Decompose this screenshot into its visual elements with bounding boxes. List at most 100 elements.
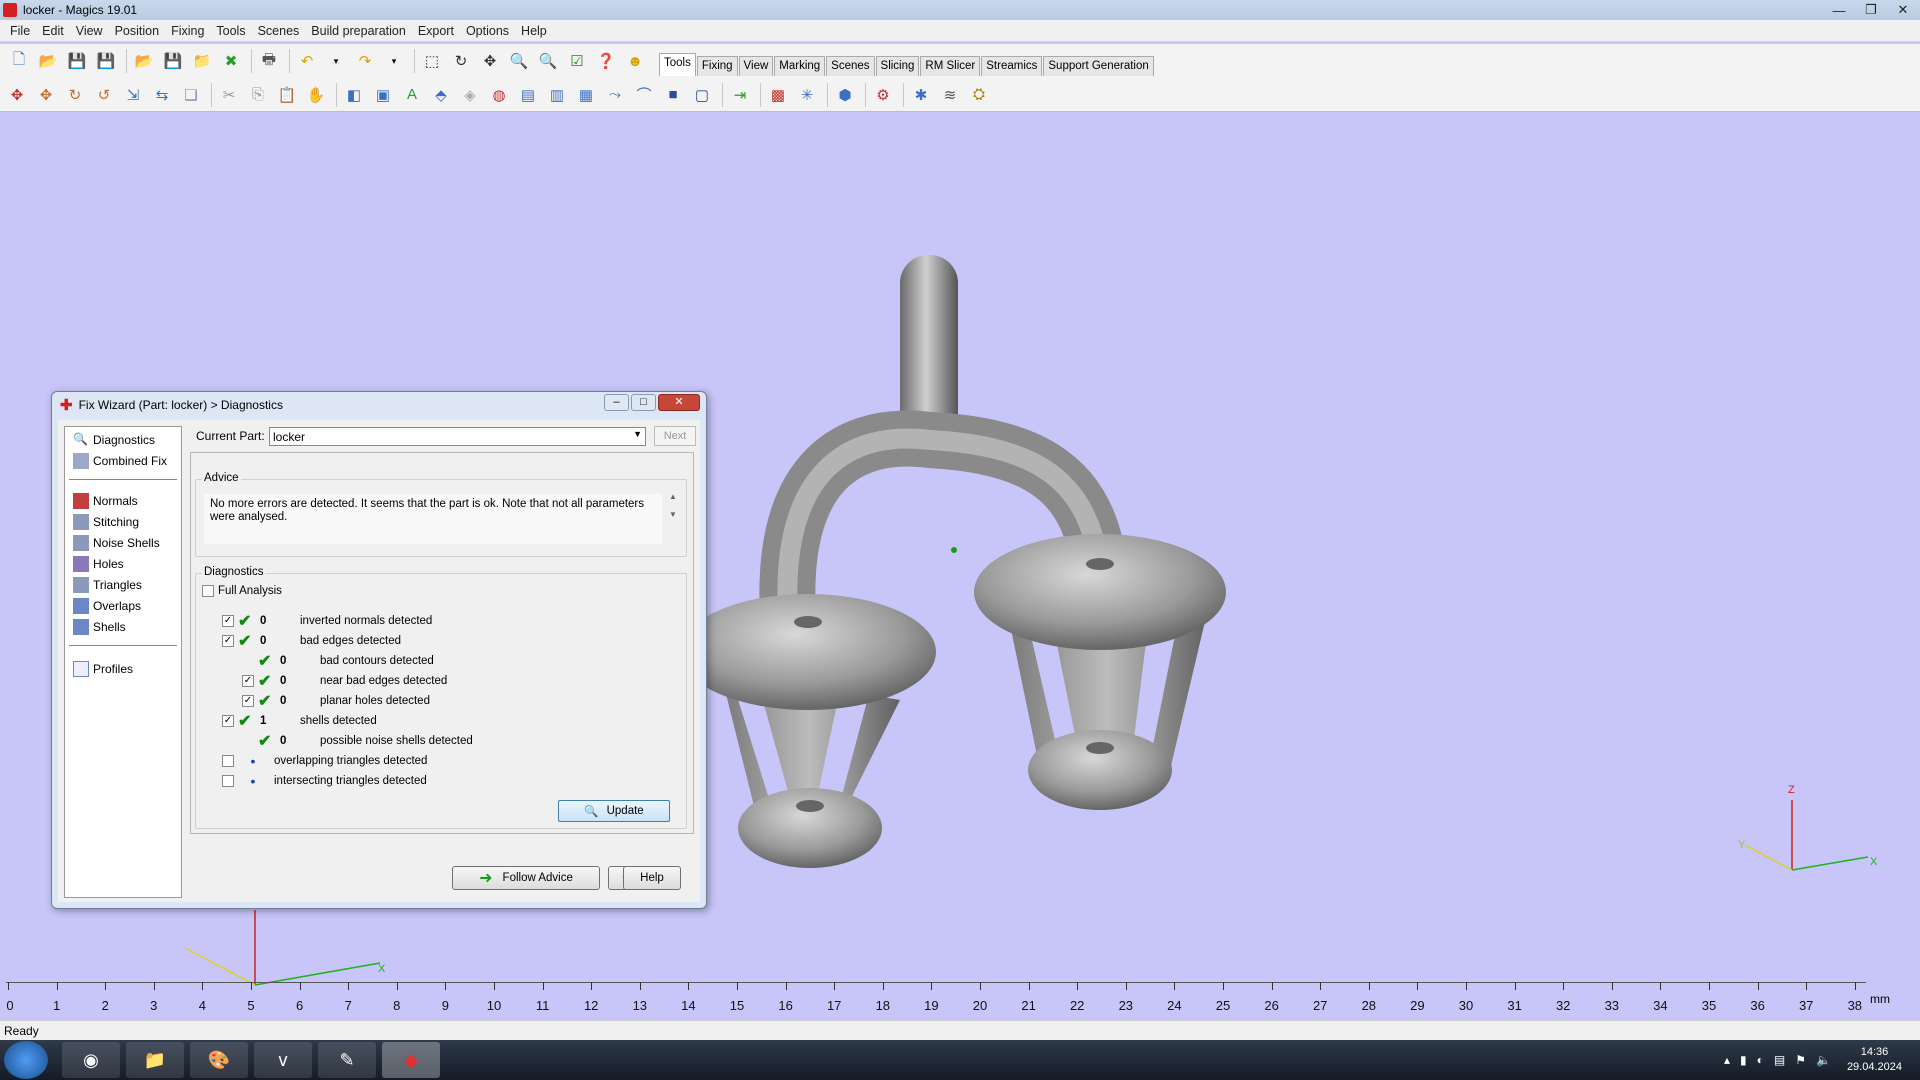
box-icon[interactable]: ■ [660,82,686,108]
advice-scrollbar[interactable]: ▲ ▼ [666,492,680,544]
flag-icon[interactable]: ⚑ [1795,1053,1806,1067]
analysis-icon[interactable]: ✳ [794,82,820,108]
menu-export[interactable]: Export [412,24,460,38]
extrude-icon[interactable]: ▤ [515,82,541,108]
redo-dropdown-icon[interactable]: ▾ [381,48,407,74]
explorer-taskbar-icon[interactable]: 📁 [126,1042,184,1078]
menu-edit[interactable]: Edit [36,24,70,38]
rotate-icon[interactable]: ↻ [448,48,474,74]
menu-position[interactable]: Position [109,24,165,38]
hollow-icon[interactable]: ▣ [370,82,396,108]
rotate-interactive-icon[interactable]: ↺ [91,82,117,108]
skype-icon[interactable]: ◐ [1757,1053,1764,1067]
help-icon[interactable]: ❓ [593,48,619,74]
whats-this-icon[interactable]: ☻ [622,48,648,74]
tool-taskbar-icon[interactable]: ✎ [318,1042,376,1078]
close-button[interactable]: ✕ [1892,2,1914,18]
redo-icon[interactable]: ↷ [352,48,378,74]
copy-icon[interactable]: ⎘ [245,82,271,108]
unload-part-icon[interactable]: ✖ [218,48,244,74]
tab-slicing[interactable]: Slicing [875,56,920,76]
dialog-maximize-button[interactable]: □ [631,394,656,411]
nav-noise-shells[interactable]: Noise Shells [73,534,160,552]
vs-taskbar-icon[interactable]: v [254,1042,312,1078]
save-as-icon[interactable]: 💾 [93,48,119,74]
network-icon[interactable]: ▮ [1740,1053,1747,1067]
near-bad-edges-checkbox[interactable]: ✓ [242,675,254,687]
tab-view[interactable]: View [738,56,774,76]
boolean-icon[interactable]: ◧ [341,82,367,108]
tab-marking[interactable]: Marking [774,56,826,76]
save-part-icon[interactable]: 💾 [160,48,186,74]
arrange-icon[interactable]: ⇥ [727,82,753,108]
measure-icon[interactable]: ▩ [765,82,791,108]
clock[interactable]: 14:36 29.04.2024 [1847,1045,1902,1075]
full-analysis-row[interactable]: Full Analysis [202,582,282,600]
nav-triangles[interactable]: Triangles [73,576,142,594]
nav-holes[interactable]: Holes [73,555,124,573]
language-icon[interactable]: ▤ [1774,1053,1785,1067]
scale-icon[interactable]: ⇲ [120,82,146,108]
follow-advice-button[interactable]: ➜ Follow Advice [452,866,600,890]
shell-icon[interactable]: ▥ [544,82,570,108]
new-file-icon[interactable]: 🗋 [6,48,32,74]
rotate-part-icon[interactable]: ↻ [62,82,88,108]
select-cursor-icon[interactable]: ⬚ [419,48,445,74]
save-icon[interactable]: 💾 [64,48,90,74]
support-icon[interactable]: ✱ [908,82,934,108]
tab-support-generation[interactable]: Support Generation [1043,56,1154,76]
maximize-button[interactable]: ❐ [1860,2,1882,18]
frame-icon[interactable]: ▢ [689,82,715,108]
surface-icon[interactable]: ⌒ [631,82,657,108]
tab-scenes[interactable]: Scenes [826,56,875,76]
menu-file[interactable]: File [4,24,36,38]
undo-dropdown-icon[interactable]: ▾ [323,48,349,74]
menu-help[interactable]: Help [515,24,553,38]
undo-icon[interactable]: ↶ [294,48,320,74]
tab-streamics[interactable]: Streamics [981,56,1043,76]
zoom-window-icon[interactable]: 🔍 [535,48,561,74]
structure-icon[interactable]: ▦ [573,82,599,108]
tab-fixing[interactable]: Fixing [696,56,738,76]
shells-checkbox[interactable]: ✓ [222,715,234,727]
nav-combined-fix[interactable]: Combined Fix [73,452,167,470]
paste-icon[interactable]: 📋 [274,82,300,108]
planar-holes-checkbox[interactable]: ✓ [242,695,254,707]
paint-taskbar-icon[interactable]: 🎨 [190,1042,248,1078]
tray-expand-icon[interactable]: ▴ [1724,1053,1730,1067]
nav-profiles[interactable]: Profiles [73,660,133,678]
full-analysis-checkbox[interactable] [202,585,214,597]
current-part-select[interactable]: locker ▼ [269,427,646,446]
checklist-icon[interactable]: ☑ [564,48,590,74]
fix-wizard-icon[interactable]: ⚙ [870,82,896,108]
overlapping-checkbox[interactable] [222,755,234,767]
part-info-icon[interactable]: ⬢ [832,82,858,108]
help-button[interactable]: Help [623,866,681,890]
menu-view[interactable]: View [70,24,109,38]
chrome-taskbar-icon[interactable]: ◉ [62,1042,120,1078]
magics-taskbar-icon[interactable]: ◆ [382,1042,440,1078]
cut-icon[interactable]: ✂ [216,82,242,108]
menu-tools[interactable]: Tools [210,24,251,38]
nav-shells[interactable]: Shells [73,618,126,636]
duplicate-icon[interactable]: ❏ [178,82,204,108]
import-part-icon[interactable]: 📂 [131,48,157,74]
mirror-icon[interactable]: ⇆ [149,82,175,108]
next-button[interactable]: Next [654,426,696,446]
nav-normals[interactable]: Normals [73,492,138,510]
intersecting-checkbox[interactable] [222,775,234,787]
hand-icon[interactable]: ✋ [303,82,329,108]
offset-icon[interactable]: ◈ [457,82,483,108]
menu-options[interactable]: Options [460,24,515,38]
pan-icon[interactable]: ✥ [477,48,503,74]
label-icon[interactable]: A [399,82,425,108]
open-folder-icon[interactable]: 📂 [35,48,61,74]
nav-stitching[interactable]: Stitching [73,513,139,531]
update-button[interactable]: 🔍 Update [558,800,670,822]
dialog-close-button[interactable]: ✕ [658,394,700,411]
print-icon[interactable]: 🖶 [256,48,282,74]
nav-overlaps[interactable]: Overlaps [73,597,141,615]
menu-scenes[interactable]: Scenes [252,24,306,38]
cut-punch-icon[interactable]: ⬘ [428,82,454,108]
menu-fixing[interactable]: Fixing [165,24,210,38]
